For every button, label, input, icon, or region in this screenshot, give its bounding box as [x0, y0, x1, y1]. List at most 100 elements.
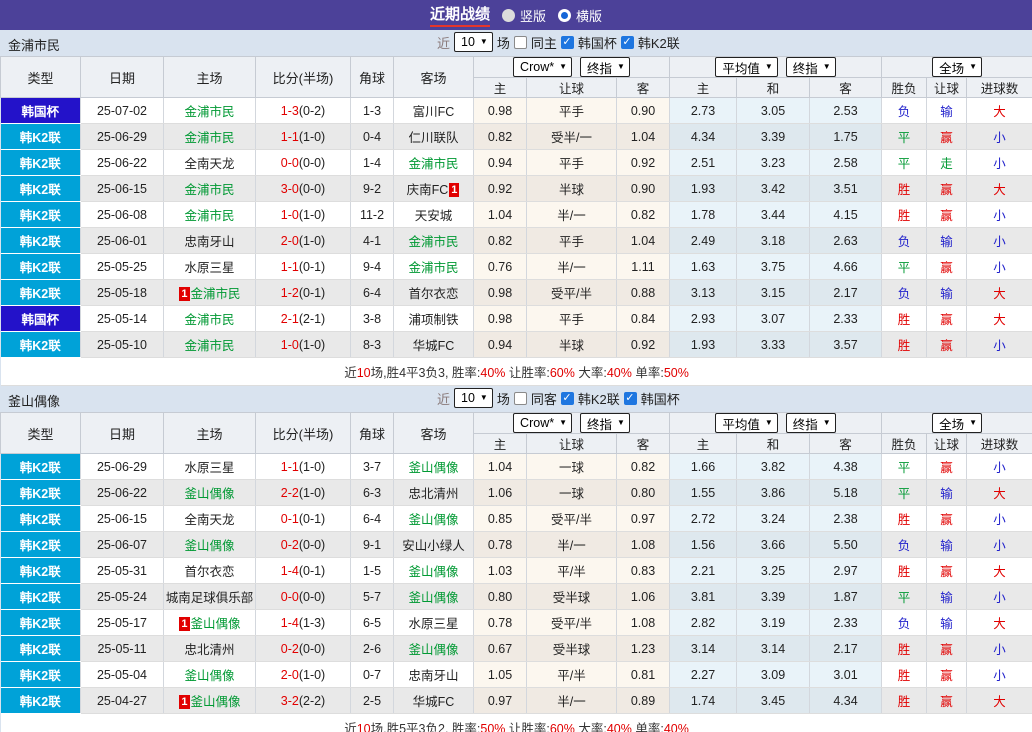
- score-cell: 1-1(0-1): [256, 254, 351, 280]
- result-wdl-cell: 胜: [882, 306, 927, 332]
- same-home-checkbox[interactable]: [514, 36, 527, 49]
- home-odds-cell: 0.97: [474, 688, 527, 714]
- col-type: 类型: [1, 57, 81, 98]
- avg-home-cell: 1.93: [670, 332, 737, 358]
- match-row: 韩K2联25-06-07釜山偶像0-2(0-0)9-1安山小绿人0.78半/一1…: [1, 532, 1032, 558]
- result-wdl-cell: 负: [882, 98, 927, 124]
- odds-stage-select[interactable]: 终指▼: [580, 57, 630, 77]
- handicap-cell: 受半球: [527, 636, 617, 662]
- match-count-select[interactable]: 10▼: [454, 32, 493, 52]
- avg-draw-cell: 3.42: [737, 176, 810, 202]
- away-odds-cell: 0.92: [617, 150, 670, 176]
- date-cell: 25-06-01: [81, 228, 164, 254]
- same-away-checkbox[interactable]: [514, 392, 527, 405]
- avg-group-header: 平均值▼ 终指▼: [670, 57, 882, 78]
- home-team-cell: 城南足球俱乐部: [164, 584, 256, 610]
- recent-results-table-busan: 类型 日期 主场 比分(半场) 角球 客场 Crow*▼ 终指▼ 平均值▼ 终指…: [0, 412, 1032, 732]
- match-row: 韩K2联25-04-271釜山偶像3-2(2-2)2-5华城FC0.97半/一0…: [1, 688, 1032, 714]
- league-filter-checkbox-1[interactable]: [561, 36, 574, 49]
- result-wdl-cell: 胜: [882, 332, 927, 358]
- avg-home-cell: 2.82: [670, 610, 737, 636]
- result-wdl-cell: 平: [882, 124, 927, 150]
- result-wdl-cell: 胜: [882, 506, 927, 532]
- home-odds-cell: 0.80: [474, 584, 527, 610]
- away-team-cell: 水原三星: [394, 610, 474, 636]
- horizontal-layout-option[interactable]: 横版: [558, 6, 602, 25]
- date-cell: 25-06-29: [81, 454, 164, 480]
- league-type-cell: 韩K2联: [1, 254, 81, 280]
- avg-away-cell: 2.97: [810, 558, 882, 584]
- league-type-cell: 韩K2联: [1, 202, 81, 228]
- chevron-down-icon: ▼: [765, 419, 773, 427]
- avg-stage-select[interactable]: 终指▼: [786, 57, 836, 77]
- avg-draw-cell: 3.14: [737, 636, 810, 662]
- match-row: 韩K2联25-05-25水原三星1-1(0-1)9-4金浦市民0.76半/一1.…: [1, 254, 1032, 280]
- date-cell: 25-05-18: [81, 280, 164, 306]
- away-odds-cell: 0.90: [617, 98, 670, 124]
- full-match-select[interactable]: 全场▼: [932, 413, 982, 433]
- col-avg-home: 主: [670, 78, 737, 98]
- avg-away-cell: 5.50: [810, 532, 882, 558]
- result-wdl-cell: 胜: [882, 688, 927, 714]
- league-filter-checkbox-2[interactable]: [621, 36, 634, 49]
- handicap-cell: 受平/半: [527, 280, 617, 306]
- score-cell: 1-1(1-0): [256, 124, 351, 150]
- result-handicap-cell: 赢: [927, 332, 967, 358]
- section-header-busan: 釜山偶像 近 10▼ 场 同客 韩K2联 韩国杯: [0, 386, 1032, 412]
- date-cell: 25-06-22: [81, 480, 164, 506]
- chevron-down-icon: ▼: [559, 63, 567, 71]
- col-type: 类型: [1, 413, 81, 454]
- match-row: 韩K2联25-06-15金浦市民3-0(0-0)9-2庆南FC10.92半球0.…: [1, 176, 1032, 202]
- result-wdl-cell: 平: [882, 254, 927, 280]
- vertical-layout-option[interactable]: 竖版: [502, 6, 546, 25]
- away-team-cell: 釜山偶像: [394, 584, 474, 610]
- handicap-cell: 平/半: [527, 662, 617, 688]
- home-team-cell: 忠北清州: [164, 636, 256, 662]
- league-filter-checkbox-2[interactable]: [624, 392, 637, 405]
- chevron-down-icon: ▼: [823, 63, 831, 71]
- date-cell: 25-06-15: [81, 176, 164, 202]
- home-team-cell: 金浦市民: [164, 124, 256, 150]
- odds-source-select[interactable]: Crow*▼: [513, 57, 572, 77]
- date-cell: 25-04-27: [81, 688, 164, 714]
- league-type-cell: 韩K2联: [1, 480, 81, 506]
- avg-draw-cell: 3.39: [737, 124, 810, 150]
- date-cell: 25-07-02: [81, 98, 164, 124]
- date-cell: 25-06-08: [81, 202, 164, 228]
- result-handicap-cell: 赢: [927, 254, 967, 280]
- horizontal-radio-icon[interactable]: [558, 9, 571, 22]
- league-filter-label-1: 韩国杯: [578, 33, 617, 52]
- avg-home-cell: 2.49: [670, 228, 737, 254]
- odds-source-select[interactable]: Crow*▼: [513, 413, 572, 433]
- score-cell: 1-3(0-2): [256, 98, 351, 124]
- col-corner: 角球: [351, 57, 394, 98]
- col-corner: 角球: [351, 413, 394, 454]
- avg-away-cell: 1.87: [810, 584, 882, 610]
- away-odds-cell: 1.06: [617, 584, 670, 610]
- date-cell: 25-06-07: [81, 532, 164, 558]
- avg-source-select[interactable]: 平均值▼: [715, 57, 777, 77]
- avg-source-select[interactable]: 平均值▼: [715, 413, 777, 433]
- col-away: 客场: [394, 57, 474, 98]
- full-match-select[interactable]: 全场▼: [932, 57, 982, 77]
- date-cell: 25-06-15: [81, 506, 164, 532]
- vertical-radio-icon[interactable]: [502, 9, 515, 22]
- handicap-cell: 受平/半: [527, 506, 617, 532]
- score-cell: 0-2(0-0): [256, 636, 351, 662]
- result-goals-cell: 小: [967, 584, 1032, 610]
- league-filter-checkbox-1[interactable]: [561, 392, 574, 405]
- date-cell: 25-05-25: [81, 254, 164, 280]
- match-row: 韩K2联25-05-31首尔衣恋1-4(0-1)1-5釜山偶像1.03平/半0.…: [1, 558, 1032, 584]
- avg-home-cell: 2.73: [670, 98, 737, 124]
- avg-home-cell: 3.13: [670, 280, 737, 306]
- avg-home-cell: 2.51: [670, 150, 737, 176]
- avg-away-cell: 2.17: [810, 636, 882, 662]
- odds-stage-select[interactable]: 终指▼: [580, 413, 630, 433]
- result-handicap-cell: 输: [927, 98, 967, 124]
- result-handicap-cell: 输: [927, 480, 967, 506]
- result-handicap-cell: 输: [927, 280, 967, 306]
- league-type-cell: 韩K2联: [1, 150, 81, 176]
- avg-stage-select[interactable]: 终指▼: [786, 413, 836, 433]
- corner-cell: 8-3: [351, 332, 394, 358]
- match-count-select[interactable]: 10▼: [454, 388, 493, 408]
